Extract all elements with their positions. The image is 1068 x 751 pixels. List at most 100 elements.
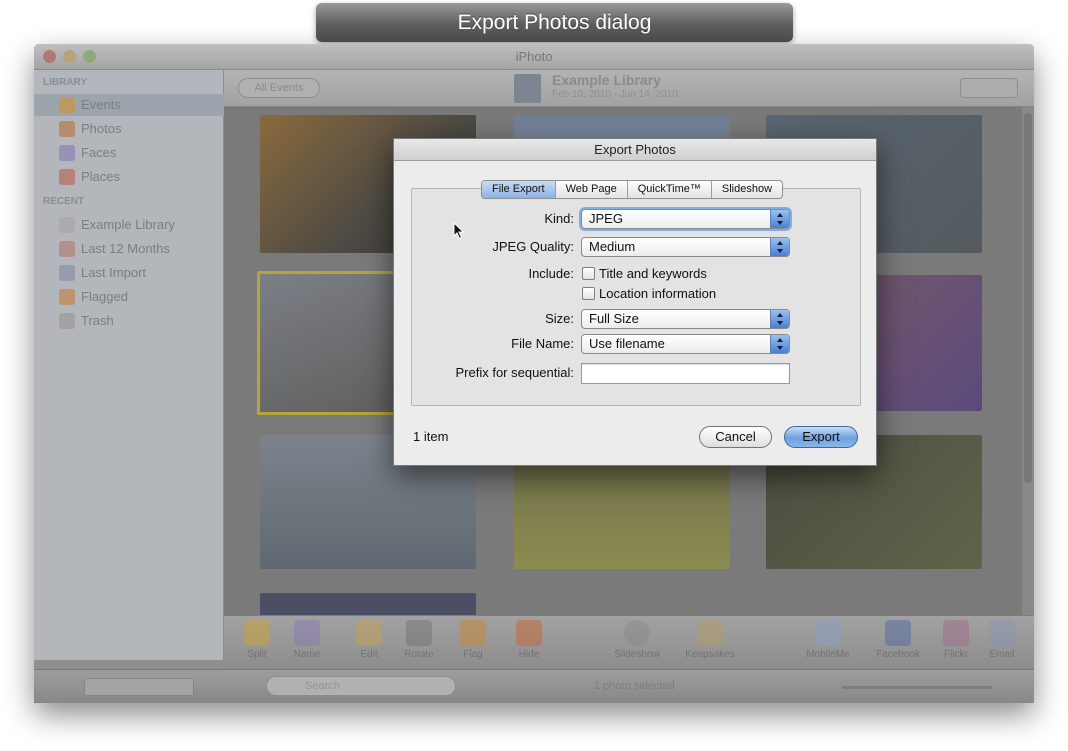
events-icon	[59, 97, 75, 113]
status-bar: Search 1 photo selected	[34, 669, 1034, 703]
tab-slideshow[interactable]: Slideshow	[712, 181, 782, 198]
sidebar-item-faces[interactable]: Faces	[34, 142, 224, 164]
item-count: 1 item	[413, 429, 449, 444]
popup-arrows-icon	[770, 335, 789, 353]
selection-status: 1 photo selected	[594, 680, 675, 692]
popup-arrows-icon	[770, 238, 789, 256]
popup-arrows-icon	[770, 310, 789, 328]
calendar-icon	[59, 241, 75, 257]
sidebar-item-last-import[interactable]: Last Import	[34, 262, 224, 284]
facebook-button[interactable]: Facebook	[868, 620, 928, 660]
flickr-button[interactable]: Flickr	[934, 620, 978, 660]
keepsakes-button[interactable]: Keepsakes	[680, 620, 740, 660]
flag-button[interactable]: Flag	[448, 620, 498, 660]
viewer-header: All Events Example Library Feb 10, 2010 …	[224, 70, 1034, 107]
tool-label: Split	[247, 649, 267, 660]
trash-icon	[59, 313, 75, 329]
edit-icon	[356, 620, 382, 646]
location-info-checkbox[interactable]	[582, 287, 595, 300]
sidebar-item-label: Last 12 Months	[81, 241, 170, 256]
library-name: Example Library	[552, 72, 661, 88]
title-keywords-label[interactable]: Title and keywords	[599, 266, 707, 281]
scrollbar-thumb[interactable]	[1024, 113, 1032, 483]
bottom-toolbar: Split Name Edit Rotate Flag Hide Slidesh…	[224, 615, 1034, 669]
mobileme-button[interactable]: MobileMe	[798, 620, 858, 660]
popup-arrows-icon	[770, 210, 789, 228]
sidebar-item-example-library[interactable]: Example Library	[34, 214, 224, 236]
photo-thumbnail[interactable]	[260, 593, 476, 615]
location-info-label[interactable]: Location information	[599, 286, 716, 301]
kind-label: Kind:	[544, 211, 574, 226]
tool-label: Flickr	[944, 649, 968, 660]
add-info-fullscreen-buttons[interactable]	[84, 678, 194, 696]
sidebar-item-last-12-months[interactable]: Last 12 Months	[34, 238, 224, 260]
split-button[interactable]: Split	[232, 620, 282, 660]
size-popup[interactable]: Full Size	[581, 309, 790, 329]
export-button[interactable]: Export	[784, 426, 858, 448]
hide-button[interactable]: Hide	[504, 620, 554, 660]
tool-label: Keepsakes	[685, 649, 735, 660]
search-field[interactable]: Search	[266, 676, 456, 696]
prefix-label: Prefix for sequential:	[455, 365, 574, 380]
file-name-popup[interactable]: Use filename	[581, 334, 790, 354]
hide-icon	[516, 620, 542, 646]
edit-button[interactable]: Edit	[344, 620, 394, 660]
flickr-icon	[943, 620, 969, 646]
faces-icon	[59, 145, 75, 161]
kind-popup[interactable]: JPEG	[581, 209, 790, 229]
sidebar-item-label: Flagged	[81, 289, 128, 304]
sidebar-item-flagged[interactable]: Flagged	[34, 286, 224, 308]
sidebar-item-photos[interactable]: Photos	[34, 118, 224, 140]
places-icon	[59, 169, 75, 185]
tab-file-export[interactable]: File Export	[482, 181, 556, 198]
sidebar-item-label: Events	[81, 97, 121, 112]
cancel-button[interactable]: Cancel	[699, 426, 772, 448]
name-button[interactable]: Name	[282, 620, 332, 660]
slideshow-icon	[624, 620, 650, 646]
title-keywords-checkbox[interactable]	[582, 267, 595, 280]
split-icon	[244, 620, 270, 646]
tab-quicktime[interactable]: QuickTime™	[628, 181, 712, 198]
prev-next-buttons[interactable]	[960, 78, 1018, 98]
email-button[interactable]: Email	[980, 620, 1024, 660]
sidebar-item-label: Faces	[81, 145, 117, 160]
mouse-cursor-icon	[453, 222, 465, 240]
sidebar-heading-library: LIBRARY	[43, 77, 88, 88]
rotate-button[interactable]: Rotate	[394, 620, 444, 660]
name-icon	[294, 620, 320, 646]
prefix-input[interactable]	[581, 363, 790, 384]
photos-icon	[59, 121, 75, 137]
library-icon	[59, 217, 75, 233]
facebook-icon	[885, 620, 911, 646]
mobileme-icon	[815, 620, 841, 646]
library-thumbnail	[514, 74, 541, 103]
sidebar-heading-recent[interactable]: RECENT	[43, 196, 84, 207]
zoom-slider[interactable]	[842, 686, 992, 689]
kind-value: JPEG	[589, 211, 623, 226]
library-dates: Feb 10, 2010 - Jun 14, 2010	[552, 89, 678, 100]
jpeg-quality-label: JPEG Quality:	[492, 239, 574, 254]
jpeg-quality-value: Medium	[589, 239, 636, 254]
all-events-button[interactable]: All Events	[238, 78, 320, 98]
tool-label: Hide	[518, 649, 540, 660]
file-name-label: File Name:	[511, 336, 574, 351]
vertical-scrollbar[interactable]	[1022, 107, 1034, 615]
include-label: Include:	[528, 266, 574, 281]
keepsakes-icon	[697, 620, 723, 646]
email-icon	[989, 620, 1015, 646]
sidebar-item-label: Photos	[81, 121, 122, 136]
tab-web-page[interactable]: Web Page	[556, 181, 628, 198]
tool-label: MobileMe	[806, 649, 850, 660]
flag-icon	[460, 620, 486, 646]
sidebar-item-events[interactable]: Events	[34, 94, 224, 116]
size-label: Size:	[545, 311, 574, 326]
export-tabs: File Export Web Page QuickTime™ Slidesho…	[481, 180, 784, 199]
slideshow-button[interactable]: Slideshow	[612, 620, 662, 660]
tool-label: Rotate	[404, 649, 434, 660]
sidebar-item-trash[interactable]: Trash	[34, 310, 224, 332]
tool-label: Facebook	[876, 649, 920, 660]
caption-banner: Export Photos dialog	[316, 3, 793, 42]
sidebar-item-places[interactable]: Places	[34, 166, 224, 188]
sidebar-item-label: Example Library	[81, 217, 175, 232]
jpeg-quality-popup[interactable]: Medium	[581, 237, 790, 257]
